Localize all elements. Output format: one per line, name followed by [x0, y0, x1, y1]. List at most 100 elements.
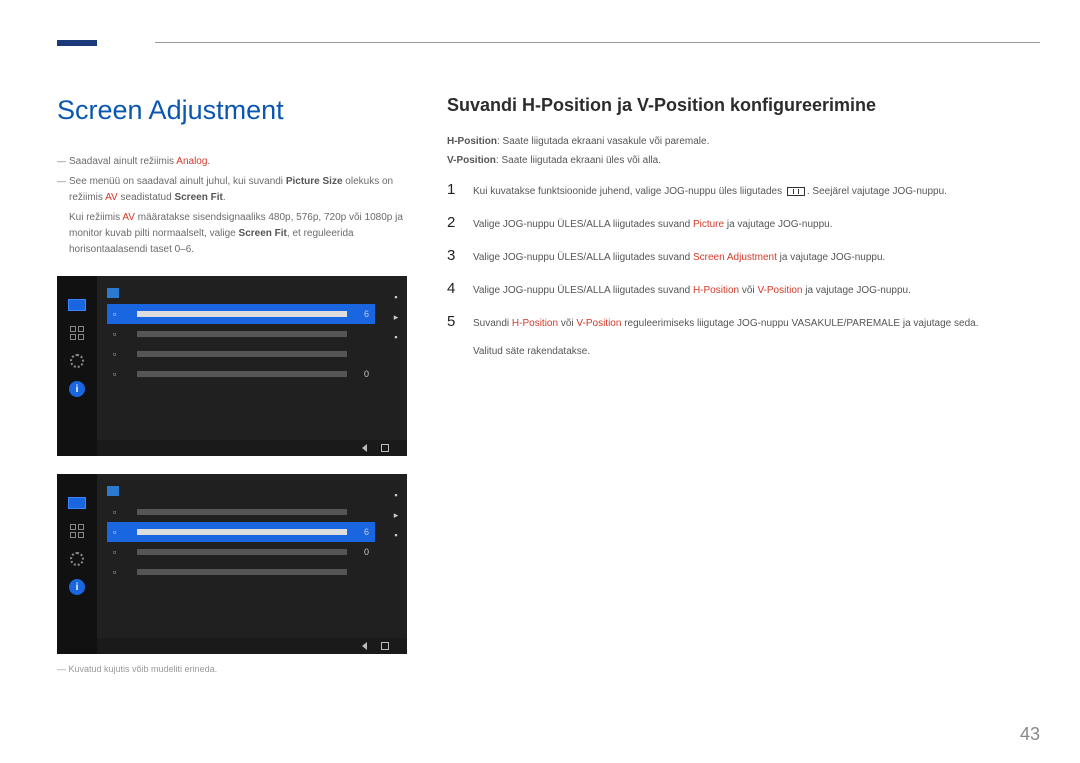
hposition-desc: H-Position: Saate liigutada ekraani vasa…: [447, 134, 1040, 150]
row-icon: ▫: [113, 547, 129, 557]
osd1-val-3: 0: [355, 369, 369, 379]
row-icon: ▫: [113, 527, 129, 537]
info-icon: i: [66, 380, 88, 398]
text: Kui kuvatakse funktsioonide juhend, vali…: [473, 186, 785, 197]
footnote: ― Kuvatud kujutis võib mudeliti erineda.: [57, 664, 407, 674]
step-number: 3: [447, 247, 459, 264]
step-number: 1: [447, 181, 459, 198]
step-text: Valige JOG-nuppu ÜLES/ALLA liigutades su…: [473, 250, 885, 266]
grid-icon: [66, 522, 88, 540]
vpos-label: V-Position: [447, 155, 496, 166]
text: või: [739, 285, 757, 296]
row-icon: ▫: [113, 507, 129, 517]
row-icon: ▫: [113, 349, 129, 359]
n2a: See menüü on saadaval ainult juhul, kui …: [69, 176, 286, 187]
joy-right-icon: ▸: [391, 312, 401, 322]
osd2-footer: [97, 638, 407, 654]
text: ja vajutage JOG-nuppu.: [777, 252, 885, 263]
n2d: AV: [105, 192, 118, 203]
row-icon: ▫: [113, 369, 129, 379]
osd2-main: ▫ ▫ 6 ▫ 0 ▫: [97, 474, 385, 654]
osd1-row-3: ▫ 0: [107, 364, 375, 384]
highlight: Screen Adjustment: [693, 252, 777, 263]
osd1-main: ▫ 6 ▫ ▫ ▫ 0: [97, 276, 385, 456]
monitor-icon: [66, 296, 88, 314]
ns1b: AV: [122, 212, 135, 223]
text: ja vajutage JOG-nuppu.: [802, 285, 910, 296]
joy-right-icon: ▸: [391, 510, 401, 520]
osd2-row-1: ▫ 6: [107, 522, 375, 542]
osd1-topglyph: [107, 288, 119, 298]
osd2-row-2: ▫ 0: [107, 542, 375, 562]
header-rule: [155, 42, 1040, 43]
step-4: 4Valige JOG-nuppu ÜLES/ALLA liigutades s…: [447, 280, 1040, 299]
step-number: 2: [447, 214, 459, 231]
osd1-row-0: ▫ 6: [107, 304, 375, 324]
osd1-row-2: ▫: [107, 344, 375, 364]
highlight: H-Position: [512, 318, 558, 329]
text: Valige JOG-nuppu ÜLES/ALLA liigutades su…: [473, 285, 693, 296]
osd2-val-2: 0: [355, 547, 369, 557]
back-icon: [362, 642, 367, 650]
highlight: V-Position: [576, 318, 621, 329]
left-column: Screen Adjustment Saadaval ainult režiim…: [57, 95, 407, 674]
joy-up-icon: ▪: [391, 292, 401, 302]
n2e: seadistatud: [118, 192, 175, 203]
osd2-row-0: ▫: [107, 502, 375, 522]
osd2-sidebar: i: [57, 474, 97, 654]
row-icon: ▫: [113, 567, 129, 577]
step-text: Kui kuvatakse funktsioonide juhend, vali…: [473, 184, 947, 200]
menu-icon: [787, 187, 805, 196]
grid-icon: [66, 324, 88, 342]
slider: [137, 569, 347, 575]
gear-icon: [66, 550, 88, 568]
step-2: 2 Valige JOG-nuppu ÜLES/ALLA liigutades s…: [447, 214, 1040, 233]
header-accent: [57, 40, 97, 46]
step-text: Valige JOG-nuppu ÜLES/ALLA liigutades su…: [473, 217, 832, 233]
text: Suvandi: [473, 318, 512, 329]
row-icon: ▫: [113, 329, 129, 339]
steps-list: 1 Kui kuvatakse funktsioonide juhend, val…: [447, 181, 1040, 332]
note-analog: Saadaval ainult režiimis Analog.: [57, 154, 407, 170]
text: . Seejärel vajutage JOG-nuppu.: [807, 186, 947, 197]
step-text: Valige JOG-nuppu ÜLES/ALLA liigutades su…: [473, 283, 911, 299]
row-icon: ▫: [113, 309, 129, 319]
osd1-sidebar-right: ▪ ▸ ▪: [385, 276, 407, 456]
osd2-row-3: ▫: [107, 562, 375, 582]
osd1-footer: [97, 440, 407, 456]
slider: [137, 529, 347, 535]
gear-icon: [66, 352, 88, 370]
osd1-sidebar: i: [57, 276, 97, 456]
page-title: Screen Adjustment: [57, 95, 407, 126]
hpos-text: : Saate liigutada ekraani vasakule või p…: [497, 136, 709, 147]
step-number: 5: [447, 313, 459, 330]
osd2-sidebar-right: ▪ ▸ ▪: [385, 474, 407, 654]
text: ja vajutage JOG-nuppu.: [724, 219, 832, 230]
step-5: 5 Suvandi H-Position või V-Position regul…: [447, 313, 1040, 332]
slider: [137, 351, 347, 357]
back-icon: [362, 444, 367, 452]
osd1-row-1: ▫: [107, 324, 375, 344]
osd-screenshot-2: i ▫ ▫ 6 ▫ 0: [57, 474, 407, 654]
exit-icon: [381, 444, 389, 452]
slider: [137, 371, 347, 377]
step-1: 1 Kui kuvatakse funktsioonide juhend, val…: [447, 181, 1040, 200]
post-step: Valitud säte rakendatakse.: [473, 346, 1040, 357]
page-body: Screen Adjustment Saadaval ainult režiim…: [0, 0, 1080, 704]
right-column: Suvandi H-Position ja V-Position konfigu…: [447, 95, 1040, 674]
highlight: H-Position: [693, 285, 739, 296]
text: reguleerimiseks liigutage JOG-nuppu VASA…: [621, 318, 978, 329]
note-analog-b: Analog: [176, 156, 207, 167]
note-screenfit: See menüü on saadaval ainult juhul, kui …: [57, 174, 407, 206]
osd-screenshot-1: i ▫ 6 ▫ ▫: [57, 276, 407, 456]
exit-icon: [381, 642, 389, 650]
text: või: [558, 318, 576, 329]
section-heading: Suvandi H-Position ja V-Position konfigu…: [447, 95, 1040, 116]
note-screenfit-sub: Kui režiimis AV määratakse sisendsignaal…: [57, 210, 407, 258]
n2g: .: [223, 192, 226, 203]
n2f: Screen Fit: [174, 192, 222, 203]
text: Valige JOG-nuppu ÜLES/ALLA liigutades su…: [473, 219, 693, 230]
slider: [137, 331, 347, 337]
highlight: Picture: [693, 219, 724, 230]
page-number: 43: [1020, 724, 1040, 745]
